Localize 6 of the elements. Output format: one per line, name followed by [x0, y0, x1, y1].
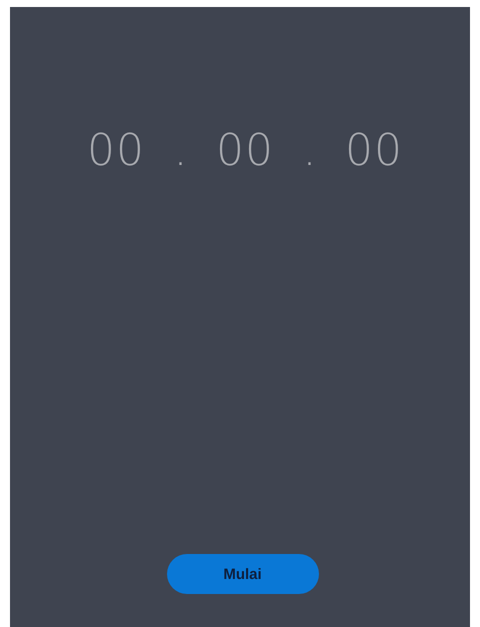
timer-digits: 00: [216, 129, 274, 173]
timer-digits: 00: [87, 129, 145, 173]
timer-separator: .: [306, 148, 313, 170]
start-button[interactable]: Mulai: [166, 554, 318, 594]
timer-digits: 00: [345, 129, 403, 173]
timer-separator: .: [177, 148, 184, 170]
